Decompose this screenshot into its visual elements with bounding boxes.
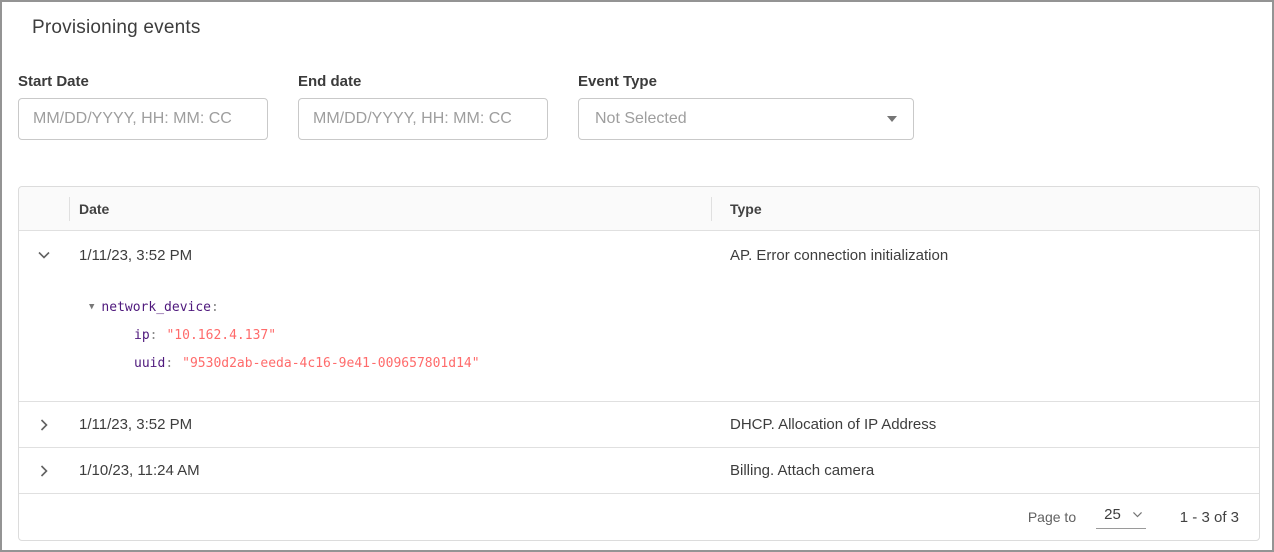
- header-divider: [69, 197, 70, 221]
- pagination-range: 1 - 3 of 3: [1180, 509, 1239, 526]
- json-root-line[interactable]: ▼ network_device:: [89, 293, 1259, 321]
- chevron-down-icon: [36, 247, 52, 263]
- date-column-header: Date: [69, 201, 711, 217]
- page-size-select[interactable]: 25: [1096, 506, 1146, 529]
- chevron-right-icon: [36, 417, 52, 433]
- table-footer: Page to 25 1 - 3 of 3: [19, 494, 1259, 540]
- table-header: Date Type: [19, 187, 1259, 231]
- chevron-down-icon: [1131, 508, 1144, 521]
- json-key: ip: [134, 328, 150, 343]
- json-separator: :: [150, 328, 158, 343]
- start-date-label: Start Date: [18, 73, 268, 90]
- row-main[interactable]: 1/11/23, 3:52 PM AP. Error connection in…: [19, 231, 1259, 279]
- expand-row-button[interactable]: [19, 448, 69, 493]
- table-row: 1/11/23, 3:52 PM AP. Error connection in…: [19, 231, 1259, 402]
- dropdown-arrow-icon: [887, 116, 897, 122]
- end-date-filter: End date: [298, 73, 548, 140]
- row-type: Billing. Attach camera: [711, 462, 1259, 479]
- page-size-value: 25: [1104, 506, 1121, 523]
- type-column-header: Type: [711, 201, 1259, 217]
- event-details-json: ▼ network_device: ip: "10.162.4.137" uui…: [19, 279, 1259, 401]
- row-main[interactable]: 1/11/23, 3:52 PM DHCP. Allocation of IP …: [19, 402, 1259, 447]
- row-type: AP. Error connection initialization: [711, 247, 1259, 264]
- table-row: 1/10/23, 11:24 AM Billing. Attach camera: [19, 448, 1259, 494]
- row-main[interactable]: 1/10/23, 11:24 AM Billing. Attach camera: [19, 448, 1259, 493]
- row-type: DHCP. Allocation of IP Address: [711, 416, 1259, 433]
- event-type-selected-value: Not Selected: [595, 110, 687, 128]
- json-key: network_device: [101, 300, 211, 315]
- start-date-filter: Start Date: [18, 73, 268, 140]
- table-row: 1/11/23, 3:52 PM DHCP. Allocation of IP …: [19, 402, 1259, 448]
- provisioning-events-page: Provisioning events Start Date End date …: [0, 0, 1274, 552]
- page-to-label: Page to: [1028, 509, 1076, 525]
- json-entry-line: uuid: "9530d2ab-eeda-4c16-9e41-009657801…: [89, 349, 1259, 377]
- json-entry-line: ip: "10.162.4.137": [89, 321, 1259, 349]
- end-date-input[interactable]: [298, 98, 548, 140]
- json-key: uuid: [134, 356, 165, 371]
- header-divider: [711, 197, 712, 221]
- events-table: Date Type 1/11/23, 3:52 PM AP. Error con…: [18, 186, 1260, 541]
- row-date: 1/11/23, 3:52 PM: [69, 416, 711, 433]
- json-separator: :: [165, 356, 173, 371]
- json-separator: :: [211, 300, 219, 315]
- expand-row-button[interactable]: [19, 402, 69, 447]
- event-type-filter: Event Type Not Selected: [578, 73, 914, 140]
- end-date-label: End date: [298, 73, 548, 90]
- filters-bar: Start Date End date Event Type Not Selec…: [18, 73, 914, 140]
- event-type-select[interactable]: Not Selected: [578, 98, 914, 140]
- chevron-right-icon: [36, 463, 52, 479]
- page-title: Provisioning events: [32, 17, 201, 39]
- row-date: 1/10/23, 11:24 AM: [69, 462, 711, 479]
- collapse-row-button[interactable]: [19, 231, 69, 279]
- json-collapse-toggler-icon[interactable]: ▼: [89, 302, 94, 312]
- json-string-value: "10.162.4.137": [166, 328, 276, 343]
- json-string-value: "9530d2ab-eeda-4c16-9e41-009657801d14": [182, 356, 479, 371]
- row-date: 1/11/23, 3:52 PM: [69, 247, 711, 264]
- event-type-label: Event Type: [578, 73, 914, 90]
- start-date-input[interactable]: [18, 98, 268, 140]
